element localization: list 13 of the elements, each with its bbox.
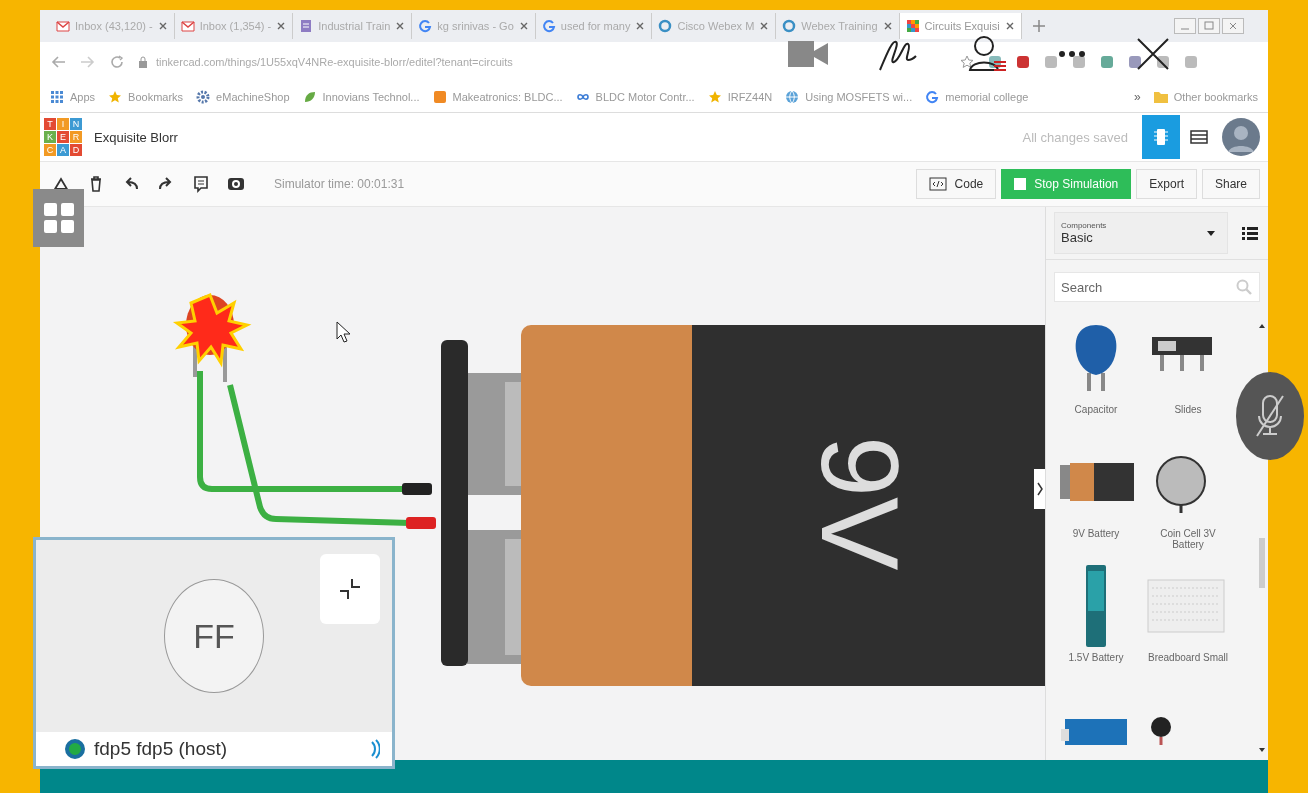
tinkercad-logo: T I N K E R C A D	[44, 118, 82, 156]
avatar-initials: FF	[164, 579, 264, 693]
component-label: 1.5V Battery	[1067, 652, 1125, 663]
component-label: 9V Battery	[1071, 528, 1121, 539]
project-title: Exquisite Blorr	[94, 129, 178, 145]
component-label: Coin Cell 3V Battery	[1159, 528, 1217, 550]
save-status: All changes saved	[1022, 129, 1128, 145]
simulator-time: Simulator time: 00:01:31	[274, 177, 405, 191]
component-label: Slides	[1173, 404, 1203, 415]
battery-label: 9V	[798, 435, 922, 571]
component-label: Capacitor	[1073, 404, 1119, 415]
component-label: Breadboard Small	[1146, 652, 1229, 663]
participant-name: fdp5 fdp5 (host)	[94, 738, 228, 760]
